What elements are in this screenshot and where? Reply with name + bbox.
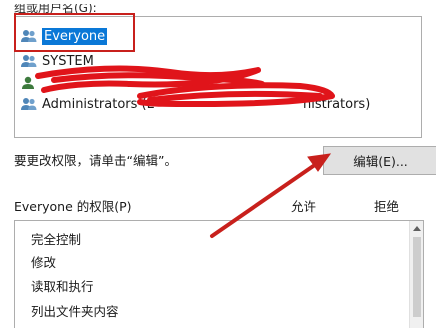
allow-column-header: 允许 <box>291 199 317 214</box>
user-name: Administrators (L <box>42 96 154 112</box>
scroll-thumb[interactable] <box>413 237 421 317</box>
permission-item: 列出文件夹内容 <box>31 304 119 319</box>
scroll-up-arrow-icon[interactable] <box>413 226 421 231</box>
user-icon <box>19 75 39 91</box>
user-name: SYSTEM <box>42 53 94 69</box>
permissions-list[interactable]: 完全控制 修改 读取和执行 列出文件夹内容 <box>14 220 424 328</box>
user-row-redacted[interactable] <box>17 72 397 94</box>
permissions-label: Everyone 的权限(P) <box>14 199 132 214</box>
user-row-administrators[interactable]: Administrators (L nistrators) <box>17 93 397 115</box>
permission-item: 读取和执行 <box>31 279 94 294</box>
permissions-header: Everyone 的权限(P) 允许 拒绝 <box>14 196 424 214</box>
users-group-icon <box>19 53 39 69</box>
permission-item: 完全控制 <box>31 232 82 247</box>
users-group-icon <box>19 96 39 112</box>
permission-item: 修改 <box>31 255 57 270</box>
permissions-scrollbar[interactable] <box>409 221 423 328</box>
edit-button[interactable]: 编辑(E)... <box>323 146 436 175</box>
highlight-rectangle <box>14 13 135 52</box>
user-name-suffix: nistrators) <box>303 96 371 112</box>
edit-hint: 要更改权限，请单击“编辑”。 <box>14 153 177 168</box>
user-row-system[interactable]: SYSTEM <box>17 50 397 72</box>
deny-column-header: 拒绝 <box>374 199 400 214</box>
